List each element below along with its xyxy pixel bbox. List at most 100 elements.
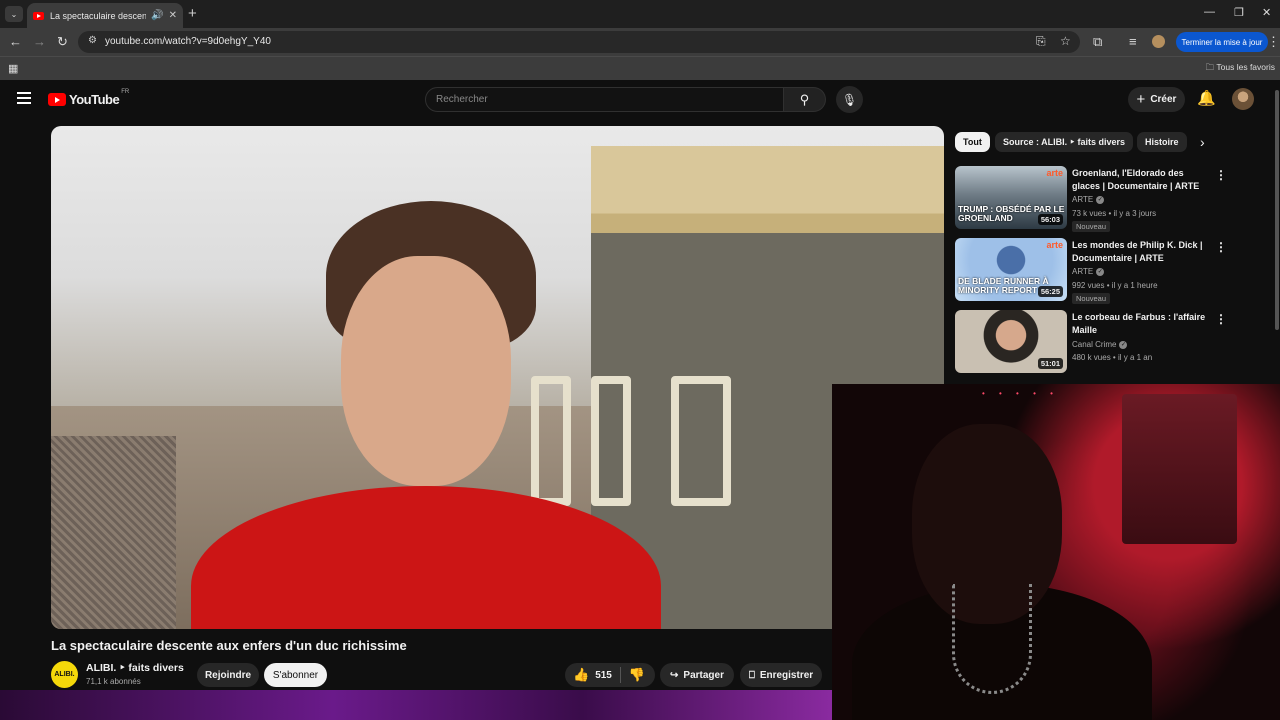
- more-options-icon[interactable]: ⋮: [1215, 168, 1227, 182]
- browser-menu-icon[interactable]: ⋮: [1267, 34, 1280, 50]
- webcam-person-chain: [952, 584, 1032, 694]
- maximize-icon[interactable]: ❐: [1234, 6, 1244, 19]
- video-thumbnail[interactable]: arte TRUMP : OBSÉDÉ PAR LE GROENLAND 56:…: [955, 166, 1067, 229]
- browser-toolbar: ← → ↻ ⚙ youtube.com/watch?v=9d0ehgY_Y40 …: [0, 28, 1280, 56]
- video-title: La spectaculaire descente aux enfers d'u…: [51, 638, 407, 653]
- chevron-right-icon[interactable]: ›: [1200, 134, 1205, 150]
- subscriber-count: 71,1 k abonnés: [86, 677, 141, 686]
- browser-tab-active[interactable]: La spectaculaire descente a 🔊 ✕: [27, 3, 183, 28]
- channel-label: ARTE: [1072, 195, 1094, 204]
- channel-name[interactable]: ALIBI. ‣ faits divers: [86, 662, 184, 674]
- youtube-header: YouTube FR Rechercher ⚲ 🎙 + Créer 🔔: [0, 80, 1280, 120]
- save-button[interactable]: ⎕ Enregistrer: [740, 663, 822, 687]
- recommendation-title[interactable]: Les mondes de Philip K. Dick | Documenta…: [1072, 239, 1207, 265]
- video-frame-railing: [531, 376, 571, 506]
- channel-label: Canal Crime: [1072, 340, 1117, 349]
- chip-all[interactable]: Tout: [955, 132, 990, 152]
- search-icon: ⚲: [799, 91, 810, 107]
- tab-search-button[interactable]: ⌄: [5, 6, 23, 22]
- webcam-overlay: • • • • •: [832, 384, 1280, 720]
- video-player[interactable]: [51, 126, 944, 629]
- like-count[interactable]: 515: [595, 670, 612, 681]
- all-bookmarks-link[interactable]: 🗀 Tous les favoris: [1206, 62, 1275, 76]
- youtube-favicon-icon: [33, 11, 44, 20]
- bookmark-star-icon[interactable]: ☆: [1060, 34, 1071, 48]
- extensions-icon[interactable]: ⧉: [1093, 34, 1102, 50]
- new-badge: Nouveau: [1072, 221, 1111, 232]
- speaker-icon[interactable]: 🔊: [151, 10, 163, 21]
- youtube-logo[interactable]: YouTube FR: [48, 89, 129, 107]
- recommendation-item[interactable]: arte TRUMP : OBSÉDÉ PAR LE GROENLAND 56:…: [955, 166, 1230, 232]
- profile-avatar[interactable]: [1152, 35, 1165, 48]
- video-thumbnail[interactable]: arte DE BLADE RUNNER À MINORITY REPORT 5…: [955, 238, 1067, 301]
- account-avatar[interactable]: [1232, 88, 1254, 110]
- back-icon[interactable]: ←: [9, 34, 22, 49]
- create-button[interactable]: + Créer: [1128, 87, 1185, 112]
- reading-list-icon[interactable]: ≡: [1129, 34, 1137, 49]
- search-button[interactable]: ⚲: [784, 87, 826, 112]
- install-app-icon[interactable]: ⎘: [1036, 34, 1046, 49]
- microphone-icon: 🎙: [841, 92, 858, 107]
- chip-label: Histoire: [1145, 137, 1179, 147]
- folder-icon: 🗀: [1205, 62, 1215, 72]
- recommendation-title[interactable]: Le corbeau de Farbus : l'affaire Maille: [1072, 311, 1207, 337]
- subscribe-button[interactable]: S'abonner: [264, 663, 327, 687]
- verified-icon: ✓: [1096, 267, 1105, 276]
- close-tab-icon[interactable]: ✕: [169, 10, 177, 21]
- webcam-string-lights: • • • • •: [982, 389, 1059, 398]
- recommendation-channel[interactable]: ARTE ✓: [1072, 267, 1105, 276]
- recommendation-meta: 73 k vues • il y a 3 jours: [1072, 209, 1157, 218]
- recommendation-channel[interactable]: ARTE ✓: [1072, 195, 1105, 204]
- more-options-icon[interactable]: ⋮: [1215, 240, 1227, 254]
- recommendation-item[interactable]: arte DE BLADE RUNNER À MINORITY REPORT 5…: [955, 238, 1230, 304]
- arte-logo: arte: [1046, 168, 1063, 178]
- like-icon[interactable]: 👍: [573, 667, 589, 683]
- notifications-bell-icon[interactable]: 🔔: [1197, 89, 1216, 107]
- video-frame-railing: [671, 376, 731, 506]
- chevron-down-icon: ⌄: [10, 9, 18, 19]
- hamburger-menu-icon[interactable]: [17, 92, 31, 104]
- create-label: Créer: [1150, 94, 1177, 105]
- channel-avatar-text: ALIBI.: [54, 671, 75, 678]
- page-scrollbar[interactable]: [1275, 90, 1279, 330]
- dislike-icon[interactable]: 👎: [629, 667, 645, 683]
- video-duration: 56:25: [1037, 286, 1063, 297]
- video-thumbnail[interactable]: 51:01: [955, 310, 1067, 373]
- bookmark-icon: ⎕: [748, 669, 755, 681]
- update-browser-button[interactable]: Terminer la mise à jour: [1176, 32, 1268, 52]
- voice-search-button[interactable]: 🎙: [836, 86, 863, 113]
- more-options-icon[interactable]: ⋮: [1215, 312, 1227, 326]
- plus-icon: +: [1136, 91, 1146, 108]
- video-frame-railing: [591, 376, 631, 506]
- chip-source[interactable]: Source : ALIBI. ‣ faits divers: [995, 132, 1134, 152]
- forward-icon[interactable]: →: [33, 34, 46, 49]
- url-text: youtube.com/watch?v=9d0ehgY_Y40: [105, 36, 271, 47]
- reload-icon[interactable]: ↻: [57, 34, 68, 50]
- recommendation-meta: 480 k vues • il y a 1 an: [1072, 353, 1153, 362]
- recommendation-channel[interactable]: Canal Crime ✓: [1072, 340, 1128, 349]
- minimize-icon[interactable]: —: [1204, 6, 1215, 18]
- divider: [619, 667, 621, 683]
- new-tab-button[interactable]: +: [188, 5, 197, 22]
- update-browser-label: Terminer la mise à jour: [1181, 37, 1263, 47]
- recommendation-item[interactable]: 51:01 Le corbeau de Farbus : l'affaire M…: [955, 310, 1230, 376]
- new-badge: Nouveau: [1072, 293, 1111, 304]
- site-info-icon[interactable]: ⚙: [88, 35, 97, 46]
- address-bar[interactable]: ⚙ youtube.com/watch?v=9d0ehgY_Y40 ⎘ ☆: [78, 31, 1080, 53]
- video-frame-face: [341, 256, 511, 486]
- logo-text: YouTube: [69, 92, 120, 107]
- close-window-icon[interactable]: ✕: [1262, 6, 1271, 19]
- webcam-background-poster: [1122, 394, 1237, 544]
- video-frame-tweed-jacket: [51, 436, 176, 629]
- verified-icon: ✓: [1096, 195, 1105, 204]
- recommendation-title[interactable]: Groenland, l'Eldorado des glaces | Docum…: [1072, 167, 1207, 193]
- join-button[interactable]: Rejoindre: [197, 663, 259, 687]
- share-button[interactable]: ↪ Partager: [660, 663, 734, 687]
- apps-grid-icon[interactable]: ▦: [8, 62, 18, 75]
- share-icon: ↪: [670, 669, 679, 681]
- browser-tab-strip: ⌄ La spectaculaire descente a 🔊 ✕ + — ❐ …: [0, 0, 1280, 28]
- like-dislike-group: 👍 515 👎: [565, 663, 655, 687]
- search-input[interactable]: Rechercher: [425, 87, 784, 112]
- chip-history[interactable]: Histoire: [1137, 132, 1187, 152]
- channel-avatar[interactable]: ALIBI.: [51, 661, 78, 688]
